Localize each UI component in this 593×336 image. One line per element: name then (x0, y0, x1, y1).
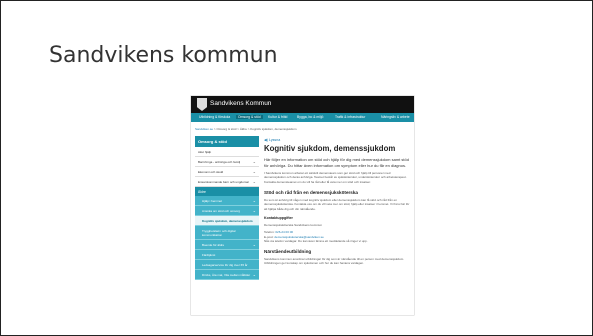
slide-title: Sandvikens kommun (49, 43, 278, 68)
section-paragraph-narstaende: Sandvikens kommun anordnar utbildningar … (264, 257, 405, 266)
sidebar-subitem-fardtjanst[interactable]: Färdtjänst (195, 250, 259, 260)
nav-item-trafik[interactable]: Trafik & infrastruktur (335, 115, 365, 119)
breadcrumb-home[interactable]: Sandviken.se (195, 127, 213, 131)
contact-phone: Telefon: 026-24 00 00 E-post: demenssjuks… (264, 230, 410, 243)
listen-button[interactable]: ◀) Lyssna (264, 138, 410, 142)
lead-paragraph: Här följer en information om stöd och hj… (264, 157, 409, 168)
sidebar-subitem-maltider[interactable]: Dricks, Äta mat, Vila mellan måltider ⌄ (195, 270, 259, 280)
sidebar-subitem-label: Dricks, Äta mat, Vila mellan måltider (202, 272, 251, 277)
chevron-down-icon[interactable]: ⌄ (253, 160, 256, 164)
sidebar-subitem-label: Boende för äldre (202, 242, 225, 247)
website-screenshot: Sandvikens Kommun Utbildning & förskola … (191, 96, 414, 315)
contact-note: Nås via telefon vardagar. Du kan även lä… (264, 238, 368, 243)
chevron-down-icon[interactable]: ⌄ (253, 209, 256, 213)
municipality-logo-icon[interactable] (197, 98, 207, 111)
sidebar-subitem-kognitiv-current[interactable]: Kognitiv sjukdom, demenssjukdom (195, 216, 259, 226)
chevron-down-icon[interactable]: ⌄ (253, 170, 256, 174)
sidebar-item-barn[interactable]: Barn/Unga - anhöriga och familj ⌄ (195, 157, 259, 167)
sidebar: Omsorg & stöd Akut hjälp Barn/Unga - anh… (195, 136, 259, 280)
chevron-down-icon[interactable]: ⌄ (253, 243, 256, 247)
section-paragraph-stod: Du som är anhörig till någon med kogniti… (264, 198, 410, 211)
sidebar-header[interactable]: Omsorg & stöd (195, 136, 259, 147)
breadcrumb-path[interactable]: Omsorg & stöd > Äldre > Kognitiv sjukdom… (216, 127, 296, 131)
sidebar-subitem-label: Hjälp i hemmet (202, 198, 223, 203)
site-name[interactable]: Sandvikens Kommun (210, 100, 271, 107)
nav-item-utbildning[interactable]: Utbildning & förskola (199, 115, 230, 119)
nav-item-naringsliv[interactable]: Näringsliv & arbete (381, 115, 410, 119)
section-heading-narstaende: Närståendeutbildning (264, 249, 312, 255)
main-content: ◀) Lyssna Kognitiv sjukdom, demenssjukdo… (264, 138, 410, 266)
sidebar-subitem-label: Trygghetslarm och digital kommunikation (202, 228, 236, 237)
sidebar-subitem-label: Kognitiv sjukdom, demenssjukdom (202, 218, 253, 223)
chevron-down-icon[interactable]: ⌄ (253, 180, 256, 184)
sidebar-item-label: Barn/Unga - anhöriga och familj (198, 159, 241, 164)
nav-item-omsorg[interactable]: Omsorg & stöd (236, 114, 263, 119)
nav-item-kultur[interactable]: Kultur & fritid (268, 115, 287, 119)
sidebar-subitem-boende[interactable]: Boende för äldre ⌄ (195, 240, 259, 250)
breadcrumb: Sandviken.se > Omsorg & stöd > Äldre > K… (195, 127, 296, 131)
section-heading-stod: Stöd och råd från en demenssjuksköterska (264, 190, 358, 196)
sidebar-subitem-label: Färdtjänst (202, 252, 216, 257)
sidebar-subitem-hjalp-hemmet[interactable]: Hjälp i hemmet ⌄ (195, 196, 259, 206)
chevron-down-icon[interactable]: ⌄ (253, 273, 256, 277)
sidebar-item-label: Ensamkommande barn och ungdomar (198, 179, 250, 184)
listen-label: Lyssna (268, 138, 281, 142)
sidebar-subitem-ledsagarservice[interactable]: Ledsagarservice för dig över 65 år (195, 260, 259, 270)
sidebar-item-ensamkommande[interactable]: Ensamkommande barn och ungdomar ⌄ (195, 177, 259, 187)
contact-name: Demenssjuksköterska Sandvikens kommun (264, 222, 323, 227)
nav-item-bygga[interactable]: Bygga, bo & miljö (297, 115, 323, 119)
page-title: Kognitiv sjukdom, demenssjukdom (264, 144, 396, 153)
sidebar-subitem-label: Ansöka om stöd och omsorg (202, 208, 241, 213)
sidebar-subitem-trygghetslarm[interactable]: Trygghetslarm och digital kommunikation (195, 226, 259, 240)
sidebar-subitem-ansoka[interactable]: Ansöka om stöd och omsorg ⌄ (195, 206, 259, 216)
sidebar-subitem-label: Ledsagarservice för dig över 65 år (202, 262, 248, 267)
site-header: Sandvikens Kommun (191, 96, 414, 113)
sidebar-item-label: Akut hjälp (198, 149, 212, 154)
sidebar-item-akut[interactable]: Akut hjälp (195, 147, 259, 157)
sidebar-section-aldre[interactable]: Äldre (195, 187, 259, 196)
intro-paragraph: I Sandvikens kommun arbetar ett särskilt… (264, 171, 407, 184)
sidebar-item-ekonomi[interactable]: Ekonomi och skuld ⌄ (195, 167, 259, 177)
speaker-icon: ◀) (264, 138, 268, 142)
chevron-down-icon[interactable]: ⌄ (253, 199, 256, 203)
sidebar-item-label: Ekonomi och skuld (198, 169, 224, 174)
slide: Sandvikens kommun Sandvikens Kommun Utbi… (0, 0, 593, 336)
contact-heading: Kontaktuppgifter (264, 215, 293, 220)
main-navigation: Utbildning & förskola Omsorg & stöd Kult… (191, 113, 414, 122)
